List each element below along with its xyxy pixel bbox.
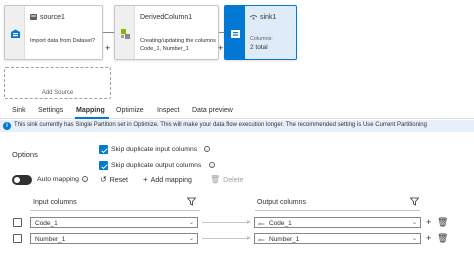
- add-source-button[interactable]: Add Source: [4, 67, 111, 99]
- dataset-icon: [30, 14, 37, 20]
- trash-icon[interactable]: 🗑: [437, 234, 448, 243]
- string-type-icon: abc: [258, 236, 265, 242]
- info-message: This sink currently has Single Partition…: [14, 122, 427, 128]
- tab-mapping[interactable]: Mapping: [76, 107, 105, 114]
- reset-icon: ↺: [100, 175, 107, 184]
- trash-icon[interactable]: 🗑: [437, 218, 448, 227]
- delete-button[interactable]: 🗑 Delete: [210, 175, 243, 184]
- help-icon[interactable]: i: [209, 162, 215, 168]
- mapping-arrow: [202, 220, 251, 224]
- skip-duplicate-output-checkbox[interactable]: [99, 161, 108, 170]
- add-row-icon[interactable]: +: [426, 234, 431, 243]
- node-title: DerivedColumn1: [140, 14, 193, 21]
- tab-sink[interactable]: Sink: [12, 107, 26, 114]
- header-divider: [30, 210, 200, 211]
- node-description: Import data from Dataset?: [30, 38, 95, 44]
- node-title: source1: [30, 14, 65, 21]
- tab-optimize[interactable]: Optimize: [116, 107, 144, 114]
- sink-node[interactable]: sink1 Columns: 2 total: [224, 5, 297, 60]
- columns-label: Columns:: [250, 36, 273, 42]
- add-row-icon[interactable]: +: [426, 218, 431, 227]
- row-select-checkbox[interactable]: [13, 234, 22, 243]
- row-select-checkbox[interactable]: [13, 218, 22, 227]
- help-icon[interactable]: i: [204, 146, 210, 152]
- chevron-down-icon: ⌄: [188, 220, 194, 226]
- tab-bar: Sink Settings Mapping Optimize Inspect D…: [0, 101, 474, 119]
- connector-line: [103, 32, 114, 33]
- derived-column-node[interactable]: DerivedColumn1 Creating/updating the col…: [114, 5, 219, 60]
- add-transform-plus-icon[interactable]: +: [105, 43, 110, 53]
- auto-mapping-label: Auto mapping: [37, 176, 79, 183]
- skip-duplicate-input-label: Skip duplicate input columns: [111, 146, 198, 153]
- options-label: Options: [12, 150, 38, 159]
- input-columns-header: Input columns: [33, 199, 77, 206]
- columns-count: 2 total: [250, 44, 268, 51]
- filter-icon[interactable]: [187, 197, 196, 206]
- help-icon[interactable]: i: [82, 176, 88, 182]
- header-divider: [255, 210, 420, 211]
- output-column-select[interactable]: abc Number_1 ⌄: [254, 233, 421, 244]
- chevron-down-icon: ⌄: [411, 236, 417, 242]
- node-title: sink1: [250, 14, 276, 21]
- add-transform-plus-icon[interactable]: +: [218, 43, 223, 53]
- input-column-select[interactable]: Number_1 ⌄: [30, 233, 198, 244]
- skip-duplicate-input-checkbox[interactable]: [99, 145, 108, 154]
- active-tab-indicator: [75, 117, 109, 119]
- auto-mapping-toggle[interactable]: [12, 175, 32, 185]
- source-icon: [11, 29, 20, 38]
- info-icon: i: [3, 122, 11, 130]
- tab-inspect[interactable]: Inspect: [157, 107, 180, 114]
- derived-column-icon: [121, 29, 130, 39]
- skip-duplicate-output-label: Skip duplicate output columns: [111, 162, 202, 169]
- string-type-icon: abc: [258, 220, 265, 226]
- output-columns-header: Output columns: [257, 199, 307, 206]
- input-column-select[interactable]: Code_1 ⌄: [30, 217, 198, 228]
- tab-data-preview[interactable]: Data preview: [192, 107, 233, 114]
- source-node[interactable]: source1 Import data from Dataset?: [4, 5, 103, 60]
- filter-icon[interactable]: [410, 197, 419, 206]
- add-mapping-button[interactable]: + Add mapping: [143, 175, 192, 184]
- chevron-down-icon: ⌄: [188, 236, 194, 242]
- add-icon: +: [143, 175, 148, 184]
- reset-button[interactable]: ↺ Reset: [100, 175, 128, 184]
- tab-settings[interactable]: Settings: [38, 107, 63, 114]
- sink-icon: [231, 30, 240, 38]
- chevron-down-icon: ⌄: [411, 220, 417, 226]
- partition-info-bar: i This sink currently has Single Partiti…: [0, 120, 474, 132]
- mapping-arrow: [202, 236, 251, 240]
- sink-type-icon: [250, 15, 257, 20]
- trash-icon: 🗑: [210, 175, 221, 184]
- output-column-select[interactable]: abc Code_1 ⌄: [254, 217, 421, 228]
- flow-canvas[interactable]: source1 Import data from Dataset? + Deri…: [0, 0, 474, 99]
- node-description: Creating/updating the columns Code_1, Nu…: [140, 38, 216, 52]
- data-flow-editor: source1 Import data from Dataset? + Deri…: [0, 0, 474, 273]
